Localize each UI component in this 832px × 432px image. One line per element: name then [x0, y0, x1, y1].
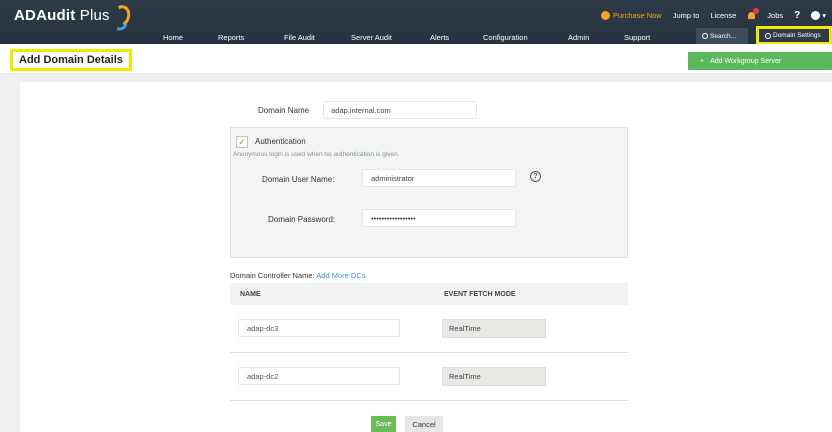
user-icon [811, 11, 821, 20]
nav-item-file-audit[interactable]: File Audit [284, 33, 315, 42]
table-row: adap-dc2 RealTime [230, 353, 628, 401]
domain-name-label: Domain Name [258, 105, 310, 115]
add-workgroup-label: Add Workgroup Server [710, 57, 782, 65]
dc-name-input[interactable]: adap-dc2 [238, 367, 400, 385]
nav-item-server-audit[interactable]: Server Audit [351, 33, 392, 42]
dc-name-input[interactable]: adap-dc3 [238, 319, 400, 337]
utility-bar: Purchase Now Jump to License Jobs ? ▾ [600, 8, 826, 21]
refresh-icon [765, 32, 771, 39]
app-name-suffix: Plus [79, 7, 110, 24]
domain-password-label: Domain Password: [268, 215, 336, 224]
dc-table-header: NAME EVENT FETCH MODE [230, 283, 628, 305]
nav-item-admin[interactable]: Admin [568, 33, 589, 42]
table-row: adap-dc3 RealTime [230, 305, 628, 353]
jump-to-link[interactable]: Jump to [673, 11, 700, 20]
license-link[interactable]: License [710, 11, 736, 20]
search-label: Search... [710, 32, 737, 40]
notification-badge [753, 8, 760, 14]
user-menu[interactable]: ▾ [811, 11, 826, 20]
domain-password-input[interactable]: ••••••••••••••••• [362, 209, 516, 227]
purchase-label: Purchase Now [612, 11, 662, 20]
authentication-panel [230, 127, 628, 258]
plus-icon: + [700, 57, 705, 65]
dc-section-title: Domain Controller Name: Add More DCs [230, 271, 365, 280]
question-icon[interactable]: ? [530, 171, 541, 182]
nav-item-support[interactable]: Support [624, 33, 650, 42]
add-more-dcs-link[interactable]: Add More DCs [316, 271, 365, 280]
dc-title-label: Domain Controller Name: [230, 271, 315, 280]
domain-settings-button[interactable]: Domain Settings [756, 26, 832, 45]
app-name: ADAudit [14, 7, 76, 24]
nav-item-reports[interactable]: Reports [218, 33, 244, 42]
page-title: Add Domain Details [10, 49, 132, 71]
top-bar: ADAudit Plus Purchase Now Jump to Licens… [0, 0, 832, 45]
save-button[interactable]: Save [371, 416, 396, 432]
event-fetch-mode-value: RealTime [442, 367, 546, 386]
cancel-button[interactable]: Cancel [405, 416, 443, 432]
cart-icon [600, 11, 610, 20]
nav-item-home[interactable]: Home [163, 33, 183, 42]
authentication-hint: Anonymous login is used when no authenti… [233, 151, 400, 158]
app-logo[interactable]: ADAudit Plus [14, 7, 110, 24]
purchase-now-link[interactable]: Purchase Now [600, 11, 662, 20]
chevron-down-icon: ▾ [822, 11, 826, 20]
search-icon [702, 33, 708, 39]
col-header-name: NAME [240, 291, 261, 298]
title-bar: Add Domain Details + Add Workgroup Serve… [0, 44, 832, 74]
domain-user-label: Domain User Name: [262, 175, 335, 184]
authentication-label: Authentication [255, 137, 306, 146]
search-button[interactable]: Search... [696, 28, 748, 44]
help-icon[interactable]: ? [794, 10, 800, 21]
authentication-checkbox[interactable]: ✓ [236, 136, 248, 148]
add-workgroup-server-button[interactable]: + Add Workgroup Server [688, 52, 832, 70]
nav-item-configuration[interactable]: Configuration [483, 33, 528, 42]
domain-name-input[interactable]: adap.internal.com [323, 101, 478, 119]
domain-user-input[interactable]: administrator [362, 169, 516, 187]
nav-item-alerts[interactable]: Alerts [430, 33, 449, 42]
jobs-link[interactable]: Jobs [767, 11, 783, 20]
notification-bell-icon[interactable] [747, 8, 760, 20]
domain-settings-label: Domain Settings [773, 32, 821, 39]
col-header-event-fetch-mode: EVENT FETCH MODE [444, 291, 516, 298]
event-fetch-mode-value: RealTime [442, 319, 546, 338]
domain-name-row: Domain Name adap.internal.com [258, 101, 478, 119]
